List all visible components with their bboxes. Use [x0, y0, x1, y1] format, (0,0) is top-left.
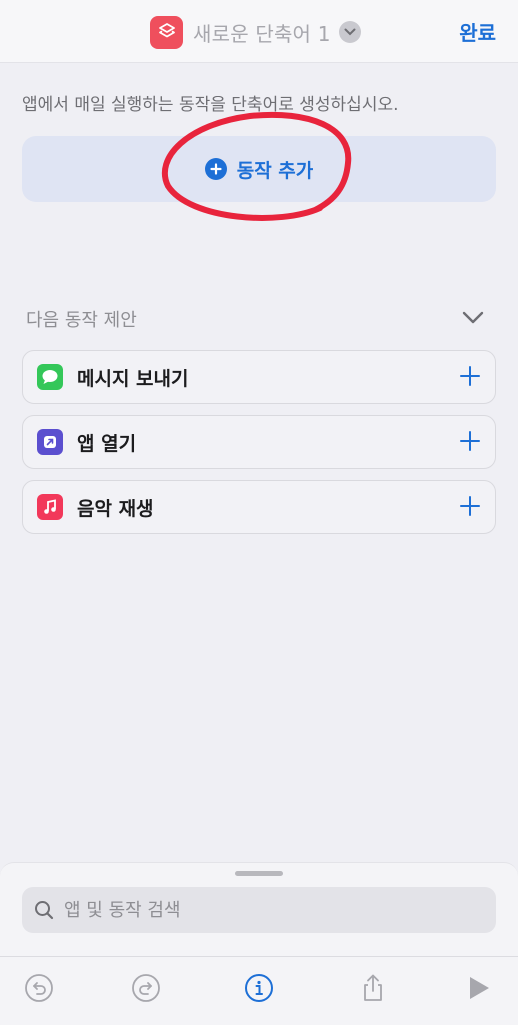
collapse-chevron-icon[interactable] [462, 310, 484, 329]
play-icon[interactable] [465, 973, 493, 1007]
suggestion-label: 음악 재생 [77, 497, 154, 520]
shortcut-title: 새로운 단축어 1 [193, 21, 331, 46]
undo-icon[interactable] [24, 973, 54, 1007]
add-action-button[interactable]: 동작 추가 [22, 136, 496, 202]
suggestion-play-music[interactable]: 음악 재생 [22, 480, 496, 534]
info-icon[interactable] [244, 973, 274, 1007]
search-icon [35, 901, 54, 920]
suggestion-label: 메시지 보내기 [77, 367, 189, 390]
suggestion-open-app[interactable]: 앱 열기 [22, 415, 496, 469]
add-suggestion-icon[interactable] [459, 365, 481, 391]
open-app-icon [37, 429, 63, 455]
editor-toolbar [0, 956, 518, 1025]
share-icon[interactable] [358, 973, 388, 1007]
done-button[interactable]: 완료 [459, 17, 496, 46]
music-icon [37, 494, 63, 520]
navigation-bar: 새로운 단축어 1 완료 [0, 0, 518, 63]
suggestion-label: 앱 열기 [77, 432, 137, 455]
search-box[interactable] [22, 887, 496, 933]
chevron-down-icon [338, 21, 361, 43]
redo-icon[interactable] [131, 973, 161, 1007]
add-action-label: 동작 추가 [236, 159, 314, 182]
editor-hint: 앱에서 매일 실행하는 동작을 단축어로 생성하십시오. [22, 95, 399, 115]
suggestions-header: 다음 동작 제안 [26, 310, 137, 331]
shortcuts-app-icon [150, 15, 183, 49]
add-suggestion-icon[interactable] [459, 495, 481, 521]
sheet-grabber[interactable] [235, 871, 283, 876]
add-suggestion-icon[interactable] [459, 430, 481, 456]
action-search-sheet [0, 862, 518, 957]
messages-icon [37, 364, 63, 390]
search-input[interactable] [62, 898, 466, 922]
shortcut-title-menu[interactable]: 새로운 단축어 1 [150, 15, 361, 49]
suggestion-send-message[interactable]: 메시지 보내기 [22, 350, 496, 404]
add-circle-icon [204, 158, 227, 180]
